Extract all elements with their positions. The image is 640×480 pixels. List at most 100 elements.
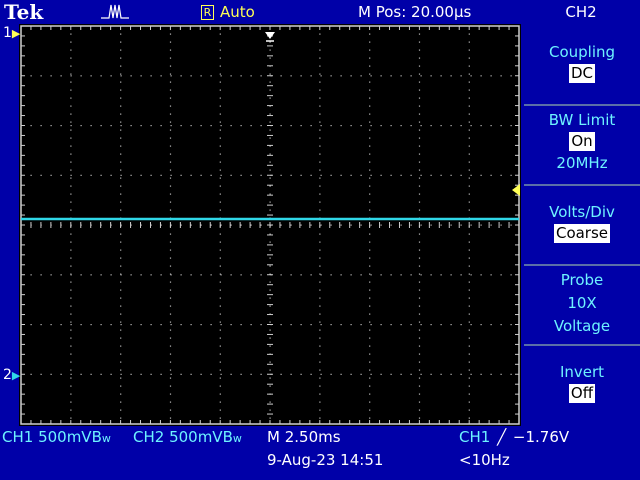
grid-dot bbox=[219, 313, 221, 315]
grid-dot bbox=[70, 73, 72, 75]
grid-dot bbox=[90, 125, 92, 127]
grid-dot bbox=[70, 393, 72, 395]
grid-dot bbox=[120, 409, 122, 411]
grid-dot bbox=[369, 273, 371, 275]
grid-dot bbox=[240, 75, 242, 77]
grid-dot bbox=[269, 305, 271, 307]
grid-dot bbox=[169, 257, 172, 259]
grid-dot bbox=[468, 257, 470, 259]
ch2-marker-arrow-icon: ▶ bbox=[11, 369, 21, 382]
grid-dot bbox=[369, 145, 371, 147]
grid-dot bbox=[468, 417, 470, 419]
grid-dot bbox=[70, 209, 72, 211]
menu-coupling[interactable]: Coupling DC bbox=[524, 42, 640, 83]
grid-dot bbox=[340, 324, 342, 326]
grid-dot bbox=[369, 409, 371, 411]
grid-dot bbox=[70, 249, 72, 251]
grid-dot bbox=[110, 75, 112, 77]
grid-dot bbox=[250, 224, 252, 226]
grid-dot bbox=[369, 281, 371, 283]
grid-dot bbox=[330, 75, 332, 77]
grid-dot bbox=[269, 57, 271, 59]
grid-dot bbox=[120, 174, 122, 176]
grid-dot bbox=[450, 75, 452, 77]
grid-dot bbox=[169, 369, 172, 371]
grid-dot bbox=[280, 324, 282, 326]
grid-dot bbox=[210, 274, 212, 276]
grid-dot bbox=[510, 125, 512, 127]
grid-dot bbox=[269, 169, 271, 171]
grid-dot bbox=[440, 224, 442, 226]
grid-dot bbox=[320, 373, 322, 375]
waveform-display[interactable] bbox=[19, 24, 521, 426]
grid-dot bbox=[169, 105, 172, 107]
grid-dot bbox=[360, 274, 362, 276]
grid-dot bbox=[70, 33, 72, 35]
grid-dot bbox=[269, 329, 271, 331]
grid-dot bbox=[420, 324, 422, 326]
grid-dot bbox=[500, 224, 502, 226]
grid-dot bbox=[240, 274, 242, 276]
grid-dot bbox=[169, 409, 172, 411]
grid-dot bbox=[70, 353, 72, 355]
menu-volts-div[interactable]: Volts/Div Coarse bbox=[524, 202, 640, 243]
grid-dot bbox=[30, 274, 32, 276]
grid-dot bbox=[350, 373, 352, 375]
grid-dot bbox=[169, 281, 172, 283]
grid-dot bbox=[269, 81, 271, 83]
grid-dot bbox=[369, 305, 371, 307]
grid-dot bbox=[418, 257, 421, 259]
grid-dot bbox=[319, 273, 321, 275]
grid-dot bbox=[70, 161, 72, 163]
grid-dot bbox=[418, 329, 421, 331]
grid-dot bbox=[219, 81, 221, 83]
grid-dot bbox=[319, 361, 321, 363]
grid-dot bbox=[269, 417, 271, 419]
grid-dot bbox=[220, 75, 222, 77]
grid-dot bbox=[169, 241, 172, 243]
grid-dot bbox=[130, 174, 132, 176]
grid-dot bbox=[468, 121, 470, 123]
grid-dot bbox=[319, 337, 321, 339]
grid-dot bbox=[169, 417, 172, 419]
grid-dot bbox=[418, 57, 421, 59]
grid-dot bbox=[340, 224, 342, 226]
grid-dot bbox=[350, 125, 352, 127]
grid-dot bbox=[410, 174, 412, 176]
grid-dot bbox=[450, 274, 452, 276]
grid-dot bbox=[468, 97, 470, 99]
grid-dot bbox=[319, 105, 321, 107]
grid-dot bbox=[240, 125, 242, 127]
menu-bw-limit[interactable]: BW Limit On 20MHz bbox=[524, 110, 640, 173]
grid-dot bbox=[319, 233, 321, 235]
grid-dot bbox=[450, 174, 452, 176]
grid-dot bbox=[30, 324, 32, 326]
grid-dot bbox=[410, 373, 412, 375]
grid-dot bbox=[180, 174, 182, 176]
grid-dot bbox=[390, 274, 392, 276]
grid-dot bbox=[120, 129, 122, 131]
grid-dot bbox=[490, 324, 492, 326]
grid-dot bbox=[120, 105, 122, 107]
grid-dot bbox=[468, 65, 470, 67]
grid-dot bbox=[369, 393, 371, 395]
grid-dot bbox=[219, 169, 221, 171]
grid-dot bbox=[120, 324, 122, 326]
menu-probe[interactable]: Probe 10X Voltage bbox=[524, 270, 640, 336]
grid-dot bbox=[269, 249, 271, 251]
grid-dot bbox=[430, 373, 432, 375]
grid-dot bbox=[369, 129, 371, 131]
ch2-marker-label: 2 bbox=[3, 367, 12, 383]
grid-dot bbox=[369, 201, 371, 203]
grid-dot bbox=[390, 125, 392, 127]
grid-dot bbox=[440, 125, 442, 127]
grid-dot bbox=[219, 305, 221, 307]
menu-invert[interactable]: Invert Off bbox=[524, 362, 640, 403]
grid-dot bbox=[418, 321, 421, 323]
grid-dot bbox=[170, 324, 172, 326]
grid-dot bbox=[219, 153, 221, 155]
grid-dot bbox=[220, 174, 222, 176]
grid-dot bbox=[468, 129, 470, 131]
grid-dot bbox=[219, 393, 221, 395]
grid-dot bbox=[219, 41, 221, 43]
